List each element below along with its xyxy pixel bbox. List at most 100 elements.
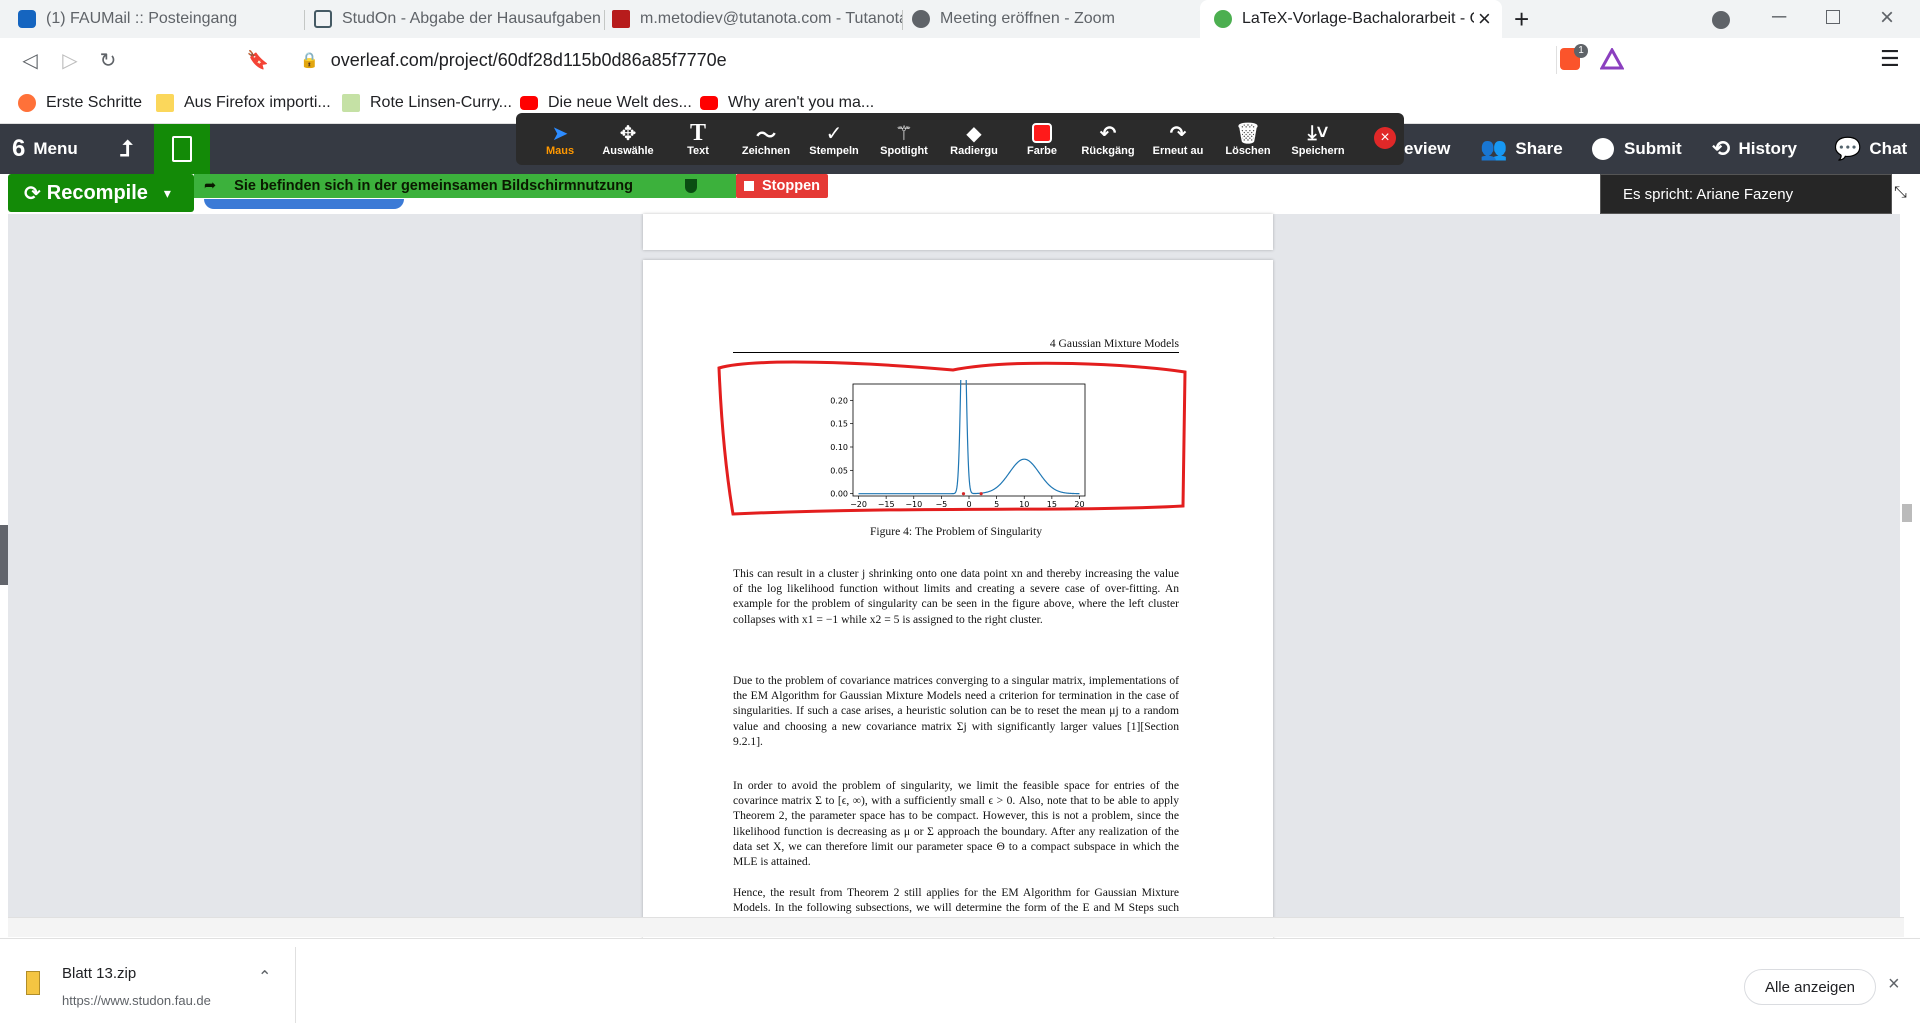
tab-tutanota[interactable]: m.metodiev@tutanota.com - Tutanota bbox=[612, 0, 902, 38]
history-button[interactable]: ⟲ History bbox=[1712, 124, 1797, 174]
tool-select[interactable]: ✥ Auswähle bbox=[596, 113, 660, 165]
bookmark-erste-schritte[interactable]: Erste Schritte bbox=[18, 90, 142, 116]
recompile-button[interactable]: ⟳ Recompile ▾ bbox=[8, 174, 194, 212]
tab-faumail[interactable]: (1) FAUMail :: Posteingang bbox=[18, 0, 298, 38]
menu-label: Menu bbox=[33, 139, 78, 158]
text-icon: T bbox=[689, 119, 706, 146]
tab-studon[interactable]: StudOn - Abgabe der Hausaufgaben bbox=[314, 0, 604, 38]
download-filename[interactable]: Blatt 13.zip bbox=[62, 965, 136, 982]
share-arrow-icon: ➦ bbox=[204, 178, 217, 194]
home-icon[interactable]: ⮥ bbox=[120, 124, 133, 174]
tool-label: Stempeln bbox=[809, 145, 859, 157]
submit-button[interactable]: Submit bbox=[1592, 124, 1682, 174]
eraser-icon: ◆ bbox=[966, 122, 982, 145]
new-tab-button[interactable]: + bbox=[1514, 0, 1538, 38]
screen-share-notice: ➦ Sie befinden sich in der gemeinsamen B… bbox=[194, 174, 736, 198]
chat-button[interactable]: 💬 Chat bbox=[1834, 124, 1907, 174]
y-tick-label: 0.00 bbox=[830, 490, 848, 499]
brave-badge: 1 bbox=[1574, 44, 1588, 58]
chat-icon: 💬 bbox=[1834, 136, 1862, 161]
chevron-down-icon[interactable]: ▾ bbox=[164, 185, 171, 202]
bookmark-icon[interactable]: 🔖 bbox=[244, 46, 272, 74]
recipe-icon bbox=[342, 94, 360, 112]
tool-redo[interactable]: ↷ Erneut au bbox=[1146, 113, 1210, 165]
address-bar[interactable]: 🔒 overleaf.com/project/60df28d115b0d86a8… bbox=[286, 42, 1566, 78]
pdf-viewer[interactable]: 4 Gaussian Mixture Models −20 −15 −10 −5 0 5 1… bbox=[8, 214, 1912, 940]
share-button[interactable]: 👥 Share bbox=[1480, 124, 1563, 174]
back-icon[interactable]: ◁ bbox=[16, 46, 44, 74]
tool-color[interactable]: Farbe bbox=[1010, 113, 1074, 165]
bookmark-curry[interactable]: Rote Linsen-Curry... bbox=[342, 90, 512, 116]
bookmark-label: Erste Schritte bbox=[46, 94, 143, 111]
mouse-pointer-icon: ➤ bbox=[551, 122, 569, 145]
gaussian-mixture-plot: −20 −15 −10 −5 0 5 10 15 20 0.00 0.05 0.10 0.15 0.20 bbox=[830, 380, 1086, 509]
lock-icon: 🔒 bbox=[300, 52, 319, 69]
trash-icon: 🗑 bbox=[1235, 122, 1261, 145]
y-tick-label: 0.20 bbox=[830, 396, 848, 405]
tool-eraser[interactable]: ◆ Radiergu bbox=[942, 113, 1006, 165]
folder-icon bbox=[156, 94, 174, 112]
bookmark-firefox-import[interactable]: Aus Firefox importi... bbox=[156, 90, 331, 116]
sidebar-toggle[interactable] bbox=[0, 525, 8, 585]
progress-strip bbox=[204, 199, 404, 209]
bookmark-label: Rote Linsen-Curry... bbox=[370, 94, 512, 111]
forward-icon[interactable]: ▷ bbox=[56, 46, 84, 74]
browser-menu-icon[interactable]: ☰ bbox=[1880, 46, 1900, 72]
tool-spotlight[interactable]: ⚚ Spotlight bbox=[872, 113, 936, 165]
stop-label: Stoppen bbox=[762, 178, 820, 194]
y-tick-label: 0.10 bbox=[830, 443, 848, 452]
data-point bbox=[979, 492, 983, 496]
tool-save[interactable]: ⤓˅ Speichern bbox=[1286, 113, 1350, 165]
tool-text[interactable]: T Text bbox=[666, 113, 730, 165]
pdf-view-button[interactable] bbox=[154, 124, 210, 174]
stop-share-button[interactable]: Stoppen bbox=[736, 174, 828, 198]
maximize-icon[interactable] bbox=[1826, 10, 1840, 24]
x-tick-label: 5 bbox=[994, 500, 999, 509]
y-tick-label: 0.05 bbox=[830, 466, 848, 475]
paragraph-2: Due to the problem of covariance matrice… bbox=[733, 674, 1179, 748]
tool-label: Auswähle bbox=[602, 145, 654, 157]
tool-label: Text bbox=[687, 145, 709, 157]
review-button[interactable]: eview bbox=[1404, 124, 1450, 174]
close-window-icon[interactable]: × bbox=[1880, 4, 1894, 32]
collapse-icon[interactable]: ⤡ bbox=[1894, 184, 1907, 202]
close-tab-icon[interactable]: × bbox=[1478, 6, 1491, 32]
x-tick-label: 20 bbox=[1074, 500, 1084, 509]
menu-button[interactable]: 6 Menu bbox=[12, 124, 78, 174]
wand-icon: ⚚ bbox=[895, 122, 913, 145]
tool-stamp[interactable]: ✓ Stempeln bbox=[802, 113, 866, 165]
share-label: Share bbox=[1515, 139, 1563, 158]
tool-label: Zeichnen bbox=[741, 145, 791, 157]
tool-label: Rückgäng bbox=[1081, 145, 1135, 157]
close-toolbar-icon[interactable]: × bbox=[1374, 127, 1396, 149]
tool-label: Maus bbox=[545, 145, 575, 157]
tab-menu-icon[interactable] bbox=[1712, 11, 1730, 29]
history-label: History bbox=[1738, 139, 1798, 158]
tool-delete[interactable]: 🗑 Löschen bbox=[1216, 113, 1280, 165]
minimize-icon[interactable]: ─ bbox=[1772, 6, 1786, 29]
active-speaker-label: Es spricht: Ariane Fazeny bbox=[1600, 174, 1892, 214]
density-line bbox=[858, 380, 1080, 495]
tutanota-icon bbox=[612, 10, 630, 28]
tool-mouse[interactable]: ➤ Maus bbox=[528, 113, 592, 165]
figure-caption: Figure 4: The Problem of Singularity bbox=[869, 525, 1043, 538]
running-header: 4 Gaussian Mixture Models bbox=[733, 336, 1179, 354]
download-source: https://www.studon.fau.de bbox=[62, 993, 211, 1008]
tab-overleaf[interactable]: LaTeX-Vorlage-Bachalorarbeit - O × bbox=[1200, 0, 1502, 38]
show-all-downloads-button[interactable]: Alle anzeigen bbox=[1744, 969, 1876, 1005]
reload-icon[interactable]: ↻ bbox=[94, 46, 122, 74]
close-download-bar-icon[interactable]: × bbox=[1888, 973, 1900, 996]
bookmark-label: Why aren't you ma... bbox=[728, 94, 875, 111]
x-tick-label: −5 bbox=[935, 500, 947, 509]
horizontal-scrollbar[interactable] bbox=[8, 917, 1904, 937]
download-icon: ⤓˅ bbox=[1307, 121, 1329, 144]
tool-undo[interactable]: ↶ Rückgäng bbox=[1076, 113, 1140, 165]
brave-rewards-icon[interactable] bbox=[1600, 48, 1624, 70]
chevron-up-icon[interactable]: ⌃ bbox=[258, 967, 271, 987]
tab-title: Meeting eröffnen - Zoom bbox=[940, 10, 1115, 27]
globe-icon bbox=[912, 10, 930, 28]
tool-draw[interactable]: 〜 Zeichnen bbox=[734, 113, 798, 165]
scrollbar-thumb[interactable] bbox=[1902, 504, 1912, 522]
tab-zoom[interactable]: Meeting eröffnen - Zoom bbox=[912, 0, 1192, 38]
recompile-label: Recompile bbox=[46, 181, 148, 204]
